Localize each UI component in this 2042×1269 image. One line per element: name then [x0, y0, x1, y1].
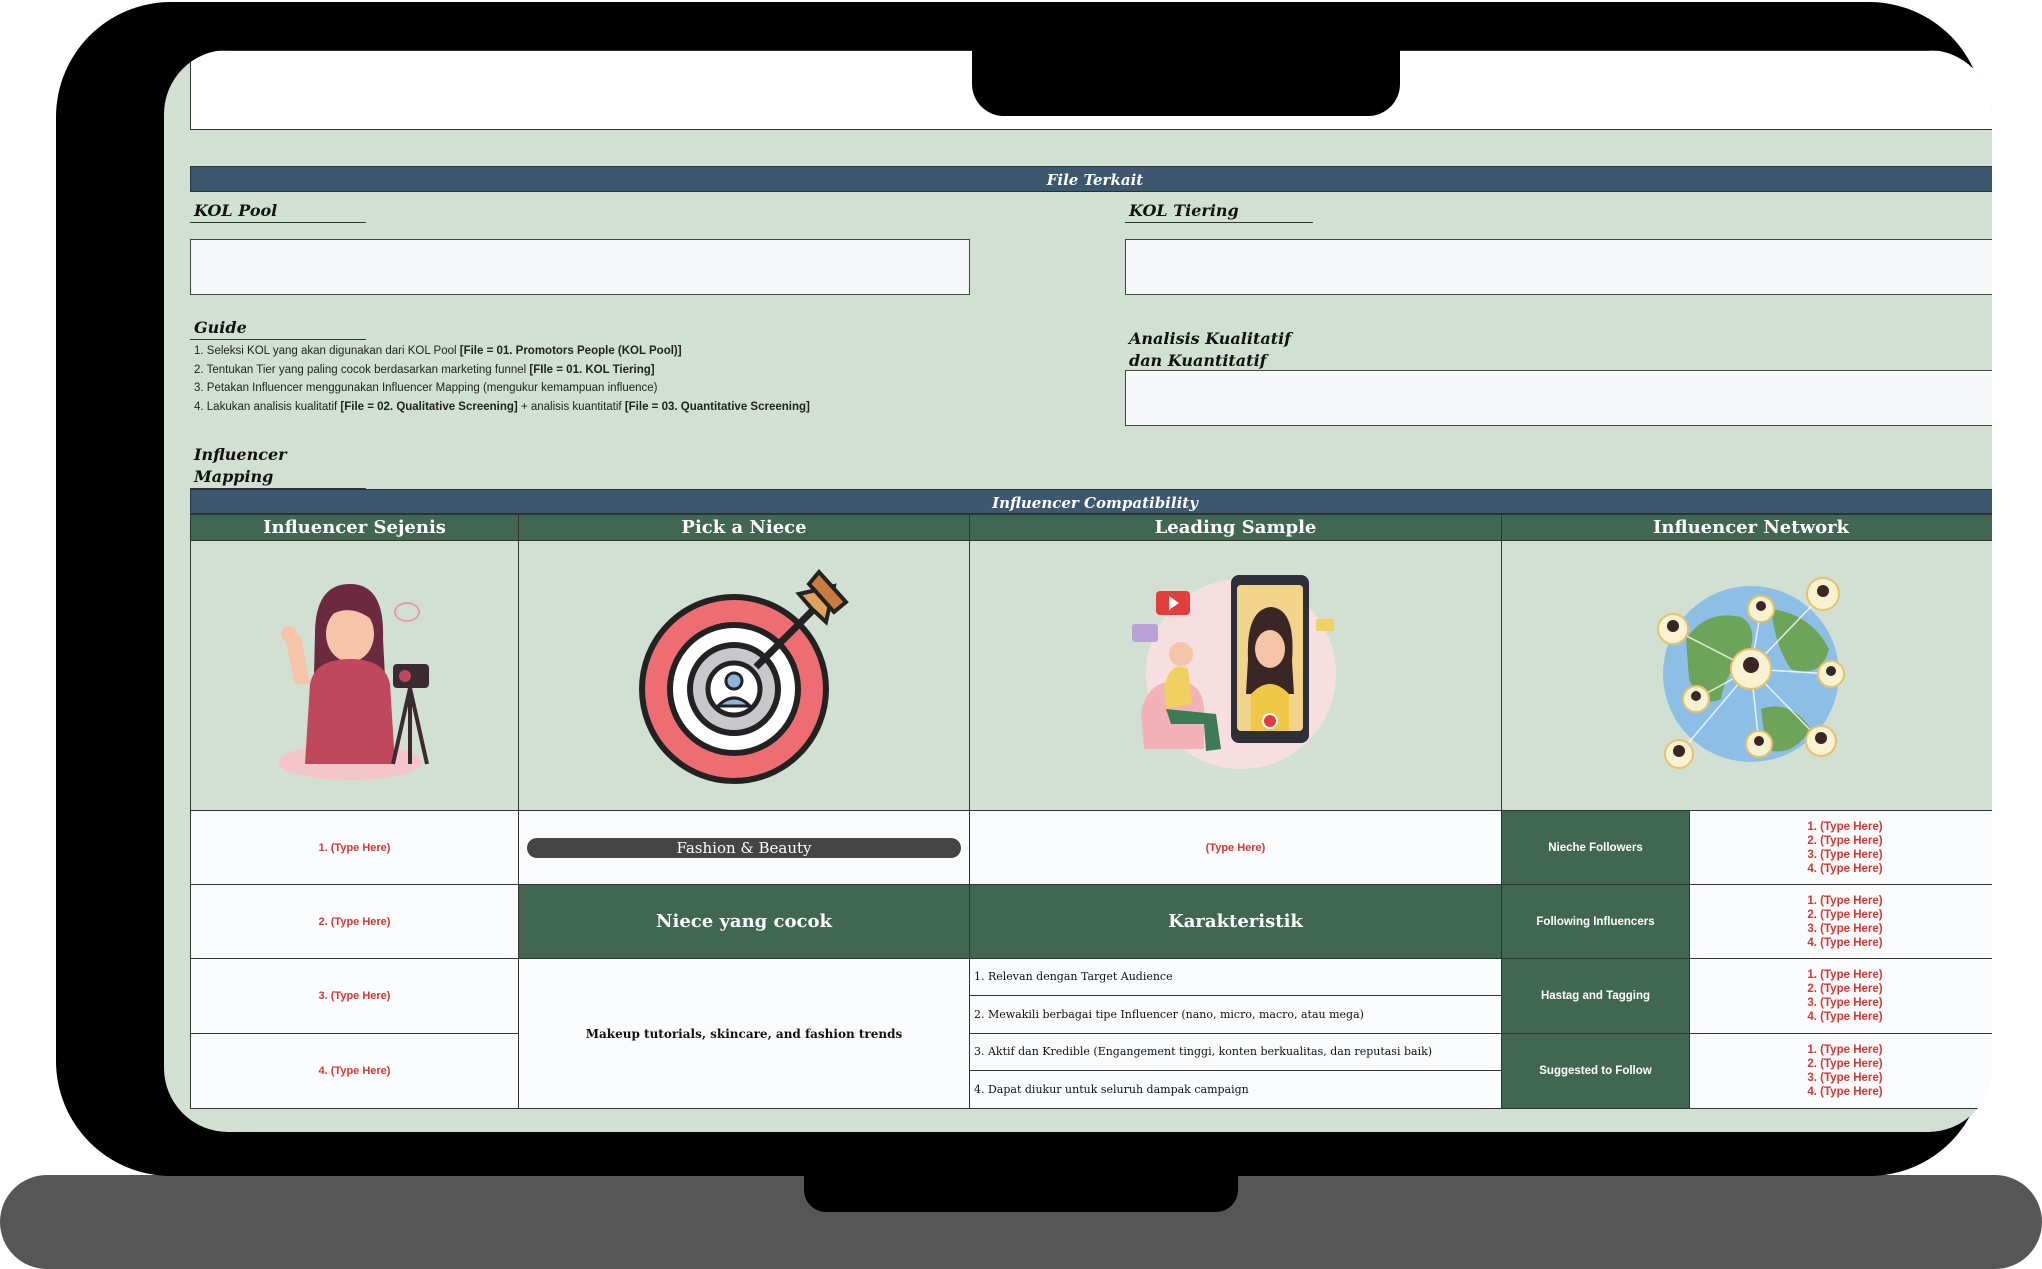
network-label-2: Following Influencers [1501, 884, 1690, 959]
network-values-1[interactable]: 1. (Type Here) 2. (Type Here) 3. (Type Her… [1689, 810, 1992, 885]
network-values-4[interactable]: 1. (Type Here) 2. (Type Here) 3. (Type Her… [1689, 1033, 1992, 1109]
network-label-3: Hastag and Tagging [1501, 958, 1690, 1034]
compatibility-table: Influencer Sejenis Pick a Niece Leading … [190, 514, 1992, 1109]
leading-sample-cell[interactable]: (Type Here) [969, 810, 1502, 885]
file-terkait-bar: File Terkait [190, 166, 1992, 192]
guide-item-4: 4. Lakukan analisis kualitatif [File = 0… [194, 400, 810, 413]
sejenis-row-1[interactable]: 1. (Type Here) [190, 810, 519, 885]
kol-pool-input[interactable] [190, 239, 970, 295]
laptop-base-notch [804, 1172, 1238, 1212]
niece-select-cell: Fashion & Beauty [518, 810, 970, 885]
influencer-network-illustration [1501, 540, 1992, 811]
influencer-mapping-label: Influencer Mapping [190, 444, 366, 489]
niece-cocok-value[interactable]: Makeup tutorials, skincare, and fashion … [518, 958, 970, 1109]
influencer-vlogger-illustration [190, 540, 519, 811]
karakteristik-header: Karakteristik [969, 884, 1502, 959]
niece-cocok-header: Niece yang cocok [518, 884, 970, 959]
target-icon-illustration [518, 540, 970, 811]
sejenis-row-3[interactable]: 3. (Type Here) [190, 958, 519, 1034]
guide-item-1: 1. Seleksi KOL yang akan digunakan dari … [194, 345, 682, 357]
sejenis-row-2[interactable]: 2. (Type Here) [190, 884, 519, 959]
kol-tiering-input[interactable] [1125, 239, 1992, 295]
laptop-bezel: File Terkait KOL Pool KOL Tiering Guide … [56, 2, 1992, 1176]
analisis-label: Analisis Kualitatif dan Kuantitatif [1125, 328, 1313, 373]
network-label-4: Suggested to Follow [1501, 1033, 1690, 1109]
karakteristik-item-2: 2. Mewakili berbagai tipe Influencer (na… [970, 996, 1501, 1033]
karakteristik-item-3: 3. Aktif dan Kredible (Engangement tingg… [970, 1034, 1501, 1071]
laptop-screen: File Terkait KOL Pool KOL Tiering Guide … [164, 50, 1992, 1132]
kol-tiering-label: KOL Tiering [1125, 200, 1313, 223]
col-header-network: Influencer Network [1501, 514, 1992, 541]
guide-item-3: 3. Petakan Influencer menggunakan Influe… [194, 382, 658, 394]
kol-pool-label: KOL Pool [190, 200, 366, 223]
col-header-leading: Leading Sample [969, 514, 1502, 541]
col-header-sejenis: Influencer Sejenis [190, 514, 519, 541]
compatibility-bar: Influencer Compatibility [190, 489, 1992, 514]
network-values-3[interactable]: 1. (Type Here) 2. (Type Here) 3. (Type Her… [1689, 958, 1992, 1034]
niece-select[interactable]: Fashion & Beauty [527, 837, 961, 858]
karakteristik-item-1: 1. Relevan dengan Target Audience [970, 959, 1501, 996]
network-values-2[interactable]: 1. (Type Here) 2. (Type Here) 3. (Type Her… [1689, 884, 1992, 959]
camera-notch [972, 50, 1400, 116]
col-header-niece: Pick a Niece [518, 514, 970, 541]
sejenis-row-4[interactable]: 4. (Type Here) [190, 1033, 519, 1109]
guide-list: 1. Seleksi KOL yang akan digunakan dari … [194, 342, 1094, 416]
karakteristik-cell-a: 1. Relevan dengan Target Audience 2. Mew… [969, 958, 1502, 1034]
guide-item-2: 2. Tentukan Tier yang paling cocok berda… [194, 363, 655, 376]
leading-sample-illustration [969, 540, 1502, 811]
guide-label: Guide [190, 317, 366, 340]
karakteristik-item-4: 4. Dapat diukur untuk seluruh dampak cam… [970, 1071, 1501, 1108]
analisis-input[interactable] [1125, 370, 1992, 426]
spreadsheet: File Terkait KOL Pool KOL Tiering Guide … [164, 50, 1992, 1132]
karakteristik-cell-b: 3. Aktif dan Kredible (Engangement tingg… [969, 1033, 1502, 1109]
network-label-1: Nieche Followers [1501, 810, 1690, 885]
